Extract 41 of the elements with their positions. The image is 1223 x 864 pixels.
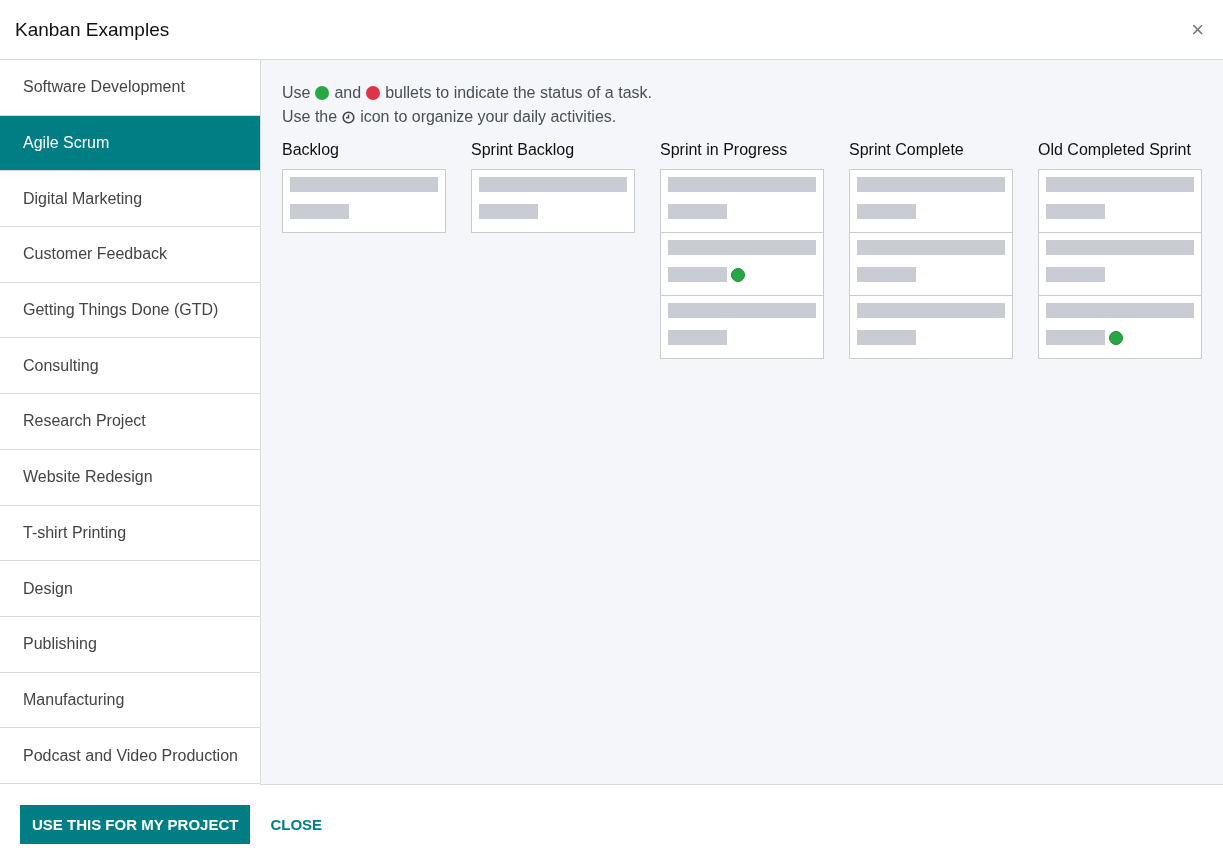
text-placeholder-bar bbox=[668, 204, 727, 219]
sidebar-item[interactable]: Design bbox=[0, 561, 260, 617]
sidebar-item[interactable]: Podcast and Video Production bbox=[0, 728, 260, 784]
sidebar-item[interactable]: Publishing bbox=[0, 616, 260, 673]
sidebar-item[interactable]: Consulting bbox=[0, 338, 260, 395]
text-placeholder-bar bbox=[1046, 330, 1105, 345]
sidebar-item[interactable]: Digital Marketing bbox=[0, 171, 260, 228]
status-bullet-icon bbox=[315, 86, 330, 100]
text-placeholder-bar bbox=[857, 330, 916, 345]
hint-text: icon to organize your daily activities. bbox=[360, 107, 617, 127]
use-project-button[interactable]: USE THIS FOR MY PROJECT bbox=[20, 805, 251, 844]
column-title: Sprint Complete bbox=[849, 141, 965, 160]
dialog-title: Kanban Examples bbox=[15, 18, 170, 41]
text-placeholder-bar bbox=[1046, 267, 1105, 282]
close-link-button[interactable]: CLOSE bbox=[256, 805, 337, 844]
hint-text: bullets to indicate the status of a task. bbox=[385, 83, 652, 103]
text-placeholder-bar bbox=[290, 204, 349, 219]
sidebar-item[interactable]: Agile Scrum bbox=[0, 115, 260, 172]
sidebar-item[interactable]: Research Project bbox=[0, 394, 260, 450]
sidebar-item[interactable]: T-shirt Printing bbox=[0, 505, 260, 562]
sidebar-item[interactable]: Software Development bbox=[0, 60, 260, 116]
text-placeholder-bar bbox=[479, 204, 538, 219]
column-title: Sprint Backlog bbox=[471, 141, 576, 160]
sidebar-item[interactable]: Website Redesign bbox=[0, 449, 260, 506]
hint-text: Use the bbox=[282, 107, 338, 127]
text-placeholder-bar bbox=[1046, 204, 1105, 219]
text-placeholder-bar bbox=[668, 267, 727, 282]
clock-icon bbox=[342, 110, 356, 124]
text-placeholder-bar bbox=[668, 330, 727, 345]
column-title: Old Completed Sprint bbox=[1038, 141, 1192, 160]
column-title: Backlog bbox=[282, 141, 340, 160]
text-placeholder-bar bbox=[857, 267, 916, 282]
hint-text: and bbox=[334, 83, 362, 103]
sidebar-item[interactable]: Getting Things Done (GTD) bbox=[0, 282, 260, 339]
sidebar-item[interactable]: Manufacturing bbox=[0, 672, 260, 729]
text-placeholder-bar bbox=[857, 204, 916, 219]
status-bullet-icon bbox=[366, 86, 381, 100]
sidebar-item[interactable]: Customer Feedback bbox=[0, 227, 260, 283]
hint-text: Use bbox=[282, 83, 311, 103]
close-button[interactable]: × bbox=[1187, 16, 1208, 43]
column-title: Sprint in Progress bbox=[660, 141, 789, 160]
